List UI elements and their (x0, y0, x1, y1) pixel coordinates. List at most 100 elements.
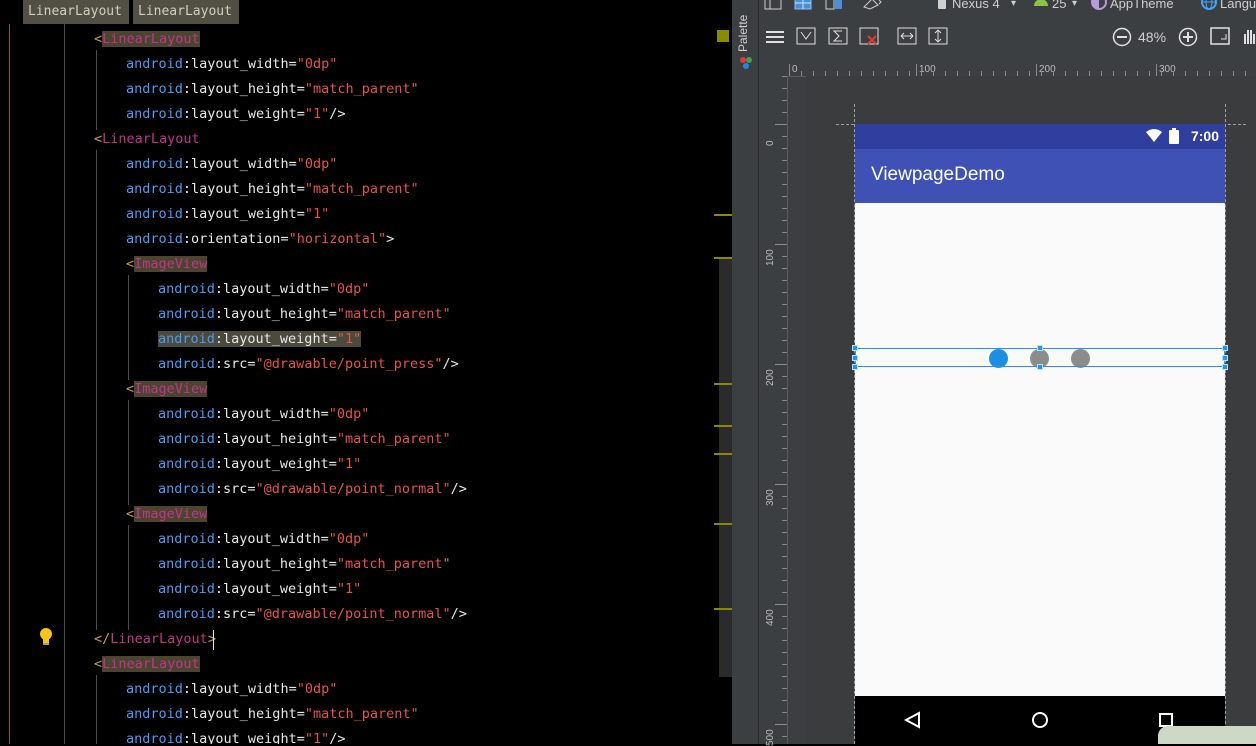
code-token: android (158, 406, 215, 422)
breadcrumb-item-linearlayout-inner[interactable]: LinearLayout (133, 0, 239, 24)
code-line[interactable]: android:layout_width="0dp" (126, 52, 337, 77)
blueprint-icon[interactable] (794, 0, 812, 10)
code-line[interactable]: android:orientation="horizontal"> (126, 227, 394, 252)
device-selector[interactable]: Nexus 4 (952, 0, 1000, 14)
code-token: :layout_height= (182, 181, 305, 197)
resize-handle[interactable] (852, 345, 858, 351)
theme-selector[interactable]: AppTheme (1110, 0, 1174, 14)
code-line[interactable]: <LinearLayout (94, 127, 200, 152)
horizontal-expand-icon[interactable] (897, 27, 917, 45)
code-line[interactable]: android:layout_height="match_parent" (158, 552, 451, 577)
home-icon[interactable] (1031, 711, 1049, 729)
code-line[interactable]: android:layout_width="0dp" (126, 677, 337, 702)
code-line[interactable]: <ImageView (126, 252, 208, 277)
zoom-out-icon[interactable] (1112, 27, 1132, 47)
code-token: < (94, 656, 103, 672)
code-line[interactable]: android:layout_width="0dp" (158, 402, 369, 427)
clear-weights-icon[interactable] (859, 27, 879, 45)
device-preview[interactable]: 7:00 ViewpageDemo (855, 124, 1225, 744)
code-line[interactable]: android:layout_weight="1" (158, 452, 361, 477)
code-token: "match_parent" (304, 706, 419, 722)
resize-handle[interactable] (852, 364, 858, 370)
code-line[interactable]: android:layout_height="match_parent" (126, 702, 419, 727)
error-stripe-mark[interactable] (714, 523, 732, 525)
ruler-minor-tick (782, 484, 787, 485)
ruler-minor-tick (782, 592, 787, 593)
vertical-expand-icon[interactable] (928, 27, 948, 45)
code-editor[interactable]: LinearLayout LinearLayout <LinearLayout a… (0, 0, 732, 744)
error-stripe-mark[interactable] (714, 425, 732, 427)
error-stripe-mark[interactable] (714, 383, 732, 385)
resize-handle[interactable] (1222, 355, 1228, 361)
pan-hand-icon[interactable] (1241, 26, 1256, 46)
code-line[interactable]: android:layout_weight="1"/> (126, 102, 345, 127)
code-line[interactable]: android:layout_height="match_parent" (158, 427, 451, 452)
code-token: android (158, 606, 215, 622)
design-surface-icon[interactable] (764, 0, 782, 10)
code-line[interactable]: android:layout_weight="1" (126, 202, 329, 227)
error-stripe-mark[interactable] (714, 453, 732, 455)
code-token: > (386, 231, 395, 247)
code-line[interactable]: android:layout_height="match_parent" (126, 177, 419, 202)
resize-handle[interactable] (852, 355, 858, 361)
code-token: "0dp" (328, 406, 370, 422)
resize-handle[interactable] (1222, 364, 1228, 370)
list-view-icon[interactable] (765, 28, 785, 46)
code-line[interactable]: <LinearLayout (94, 652, 200, 677)
zoom-in-icon[interactable] (1178, 27, 1198, 47)
app-bar: ViewpageDemo (855, 149, 1225, 203)
code-line[interactable]: android:layout_height="match_parent" (158, 302, 451, 327)
resize-handle[interactable] (1222, 345, 1228, 351)
editor-scrollbar[interactable] (719, 257, 732, 677)
code-line[interactable]: android:layout_width="0dp" (158, 527, 369, 552)
code-line[interactable]: <ImageView (126, 377, 208, 402)
chevron-down-icon[interactable]: ▾ (1011, 0, 1016, 14)
code-token: android (158, 531, 215, 547)
rotate-device-icon[interactable] (861, 0, 883, 10)
breadcrumb-item-linearlayout-outer[interactable]: LinearLayout (23, 0, 129, 24)
error-stripe-mark[interactable] (714, 257, 732, 259)
code-token: android (158, 481, 215, 497)
ruler-minor-tick (789, 71, 790, 76)
zoom-to-fit-icon[interactable] (1210, 27, 1230, 45)
error-stripe-mark[interactable] (714, 214, 732, 216)
sigma-icon[interactable] (828, 27, 848, 45)
ruler-minor-tick (782, 580, 787, 581)
code-line[interactable]: android:layout_weight="1" (158, 327, 362, 352)
ruler-minor-tick (782, 688, 787, 689)
code-token: LinearLayout (102, 656, 200, 672)
code-line[interactable]: android:layout_width="0dp" (126, 152, 337, 177)
distribute-weights-icon[interactable] (796, 27, 816, 45)
chevron-down-icon[interactable]: ▾ (1072, 0, 1077, 14)
code-line[interactable]: </LinearLayout> (94, 627, 216, 652)
ruler-minor-tick (782, 448, 787, 449)
code-line[interactable]: android:layout_height="match_parent" (126, 77, 419, 102)
code-token: android (126, 206, 183, 222)
back-icon[interactable] (904, 711, 922, 729)
ruler-minor-tick (782, 328, 787, 329)
vertical-ruler: 0 100 200 300 400 500 (759, 76, 788, 746)
code-line[interactable]: <ImageView (126, 502, 208, 527)
recents-icon[interactable] (1159, 713, 1173, 727)
ruler-minor-tick (782, 208, 787, 209)
code-line[interactable]: android:src="@drawable/point_press"/> (158, 352, 459, 377)
code-line[interactable]: <LinearLayout (94, 27, 200, 52)
resize-handle[interactable] (1037, 364, 1043, 370)
code-line[interactable]: android:layout_weight="1"/> (126, 727, 345, 744)
code-line[interactable]: android:layout_weight="1" (158, 577, 361, 602)
palette-tab[interactable]: Palette (732, 0, 759, 744)
ruler-minor-tick (782, 220, 787, 221)
error-stripe-mark[interactable] (714, 608, 732, 610)
code-token: /> (450, 606, 467, 622)
code-line[interactable]: android:src="@drawable/point_normal"/> (158, 602, 467, 627)
ruler-minor-tick (782, 520, 787, 521)
language-selector[interactable]: Language (1220, 0, 1256, 14)
resize-handle[interactable] (1037, 345, 1043, 351)
inspection-status-icon[interactable] (717, 30, 729, 42)
code-line[interactable]: android:layout_width="0dp" (158, 277, 369, 302)
api-level-selector[interactable]: 25 (1052, 0, 1066, 14)
code-line[interactable]: android:src="@drawable/point_normal"/> (158, 477, 467, 502)
orientation-icon[interactable] (825, 0, 843, 10)
lightbulb-icon[interactable] (38, 627, 54, 647)
code-token: :layout_height= (214, 306, 337, 322)
